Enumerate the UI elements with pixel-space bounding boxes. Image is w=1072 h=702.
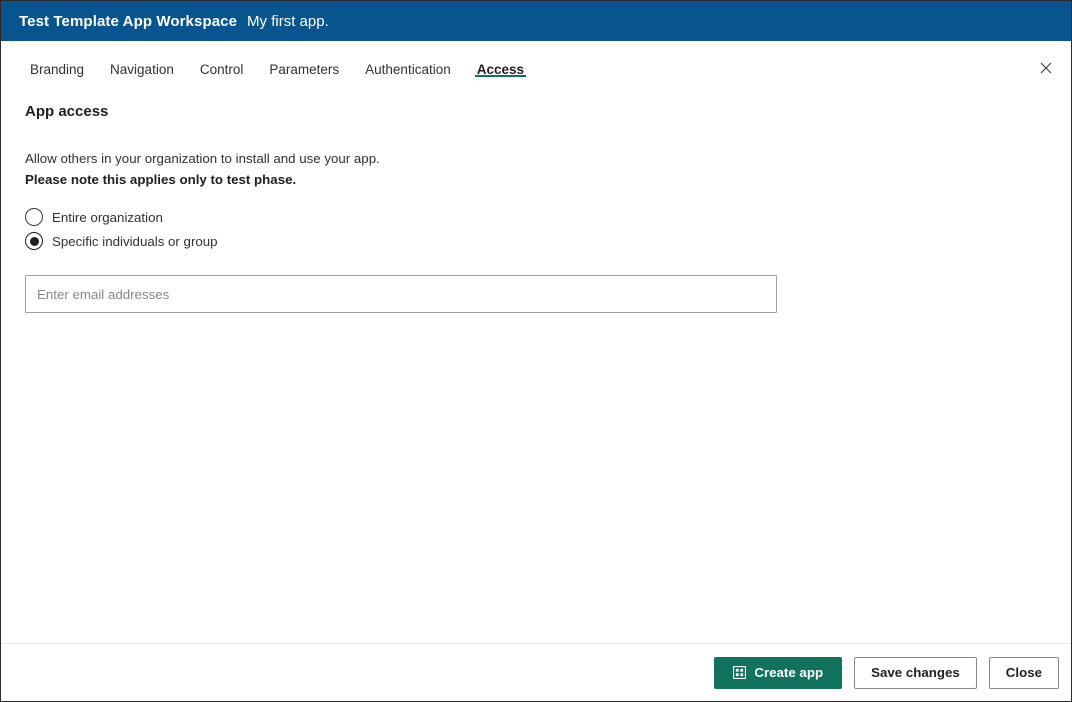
tab-navigation[interactable]: Navigation	[97, 41, 187, 85]
radio-entire-organization-label: Entire organization	[52, 209, 163, 225]
app-grid-icon	[733, 666, 747, 679]
close-icon[interactable]	[1033, 55, 1059, 81]
access-description: Allow others in your organization to ins…	[25, 151, 380, 166]
radio-circle-icon	[25, 208, 43, 227]
tab-parameters[interactable]: Parameters	[256, 41, 352, 85]
access-note: Please note this applies only to test ph…	[25, 171, 297, 187]
save-changes-button[interactable]: Save changes	[854, 656, 977, 689]
radio-dot-icon	[29, 236, 39, 246]
radio-circle-icon	[25, 232, 43, 251]
tab-list: Branding Navigation Control Parameters A…	[17, 41, 537, 85]
page-title: App access	[25, 103, 109, 120]
tab-strip: Branding Navigation Control Parameters A…	[1, 41, 1071, 85]
dialog-titlebar: Test Template App Workspace My first app…	[1, 1, 1071, 41]
create-app-label: Create app	[754, 665, 824, 680]
radio-entire-organization[interactable]: Entire organization	[25, 208, 163, 227]
tab-access[interactable]: Access	[464, 41, 537, 85]
access-panel: App access Allow others in your organiza…	[1, 85, 1071, 643]
tab-branding[interactable]: Branding	[17, 41, 97, 85]
app-settings-dialog: Test Template App Workspace My first app…	[0, 0, 1072, 702]
workspace-title: Test Template App Workspace	[19, 12, 238, 30]
email-addresses-input[interactable]	[25, 275, 777, 314]
radio-specific-individuals[interactable]: Specific individuals or group	[25, 232, 218, 251]
app-title: My first app.	[247, 12, 329, 30]
dialog-footer: Create app Save changes Close	[1, 643, 1071, 701]
radio-dot-icon	[30, 213, 39, 222]
tab-authentication[interactable]: Authentication	[352, 41, 464, 85]
close-button[interactable]: Close	[988, 656, 1059, 689]
radio-specific-individuals-label: Specific individuals or group	[52, 233, 218, 249]
create-app-button[interactable]: Create app	[714, 656, 843, 689]
access-scope-radio-group: Entire organization Specific individuals…	[25, 208, 1047, 251]
tab-control[interactable]: Control	[187, 41, 257, 85]
